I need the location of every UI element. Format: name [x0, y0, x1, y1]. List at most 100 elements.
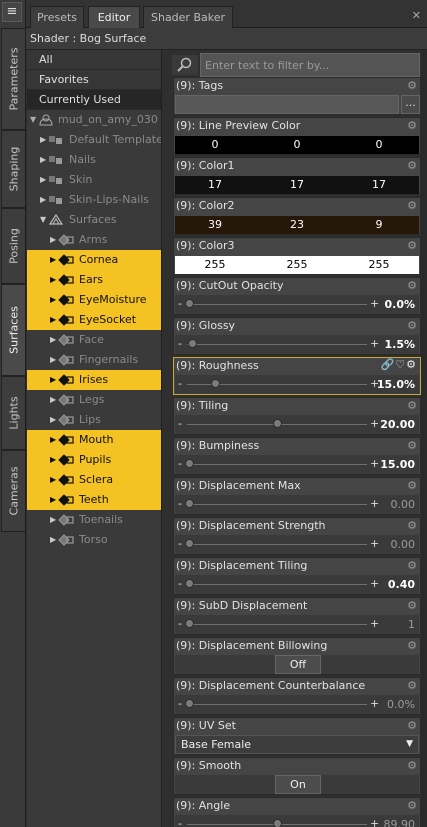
expand-arrow-icon[interactable]: ▶: [50, 290, 56, 310]
slider-track[interactable]: [187, 344, 367, 345]
expand-arrow-icon[interactable]: ▶: [50, 270, 56, 290]
tab-lights[interactable]: Lights: [1, 376, 25, 450]
increment-button[interactable]: +: [370, 817, 379, 827]
decrement-button[interactable]: -: [178, 497, 182, 510]
gear-icon[interactable]: ⚙: [407, 719, 417, 732]
slider-knob[interactable]: [273, 819, 282, 827]
tab-shaping[interactable]: Shaping: [1, 130, 25, 208]
tab-editor[interactable]: Editor: [88, 6, 140, 29]
gear-icon[interactable]: ⚙: [407, 399, 417, 412]
close-icon[interactable]: ✕: [412, 9, 421, 22]
increment-button[interactable]: +: [370, 617, 379, 630]
slider-knob[interactable]: [185, 499, 194, 508]
slider[interactable]: - +89.90: [175, 815, 419, 827]
gear-icon[interactable]: ⚙: [407, 479, 417, 492]
tab-presets[interactable]: Presets: [30, 6, 84, 28]
slider-knob[interactable]: [185, 579, 194, 588]
slider[interactable]: - +20.00: [175, 415, 419, 434]
gear-icon[interactable]: ⚙: [407, 199, 417, 212]
slider[interactable]: - +1.5%: [175, 335, 419, 354]
slider[interactable]: - +15.00: [175, 455, 419, 474]
color-swatch[interactable]: 255 255 255: [175, 256, 419, 274]
decrement-button[interactable]: -: [178, 417, 182, 430]
surface-item[interactable]: ▶ Torso: [27, 530, 161, 550]
expand-arrow-icon[interactable]: ▶: [50, 330, 56, 350]
slider-track[interactable]: [187, 304, 367, 305]
increment-button[interactable]: +: [370, 697, 379, 710]
tags-browse-button[interactable]: ...: [401, 95, 420, 114]
surface-item[interactable]: ▶ Cornea: [27, 250, 161, 270]
expand-arrow-icon[interactable]: ▶: [50, 350, 56, 370]
gear-icon[interactable]: ⚙: [407, 159, 417, 172]
decrement-button[interactable]: -: [178, 537, 182, 550]
slider[interactable]: - +0.0%: [175, 695, 419, 714]
surface-item[interactable]: ▶ Mouth: [27, 430, 161, 450]
expand-arrow-icon[interactable]: ▶: [50, 410, 56, 430]
uv-set-select[interactable]: Base Female ▼: [175, 735, 419, 754]
expand-arrow-icon[interactable]: ▶: [50, 310, 56, 330]
slider-track[interactable]: [187, 584, 367, 585]
filter-currently-used[interactable]: Currently Used: [27, 90, 161, 110]
filter-favorites[interactable]: Favorites: [27, 70, 161, 90]
gear-icon[interactable]: ⚙: [407, 439, 417, 452]
slider-value[interactable]: 1.5%: [384, 338, 415, 351]
gear-icon[interactable]: ⚙: [407, 239, 417, 252]
increment-button[interactable]: +: [370, 577, 379, 590]
surface-item[interactable]: ▶ Ears: [27, 270, 161, 290]
tree-group[interactable]: ▶ Nails: [27, 150, 161, 170]
surface-item[interactable]: ▶ Teeth: [27, 490, 161, 510]
increment-button[interactable]: +: [370, 297, 379, 310]
surface-item[interactable]: ▶ Lips: [27, 410, 161, 430]
gear-icon[interactable]: ⚙: [407, 559, 417, 572]
gear-icon[interactable]: ⚙: [407, 679, 417, 692]
color-swatch[interactable]: 0 0 0: [175, 136, 419, 154]
expand-arrow-icon[interactable]: ▶: [50, 430, 56, 450]
expand-arrow-icon[interactable]: ▶: [50, 250, 56, 270]
toggle-button[interactable]: On: [275, 775, 321, 794]
tab-parameters[interactable]: Parameters: [1, 28, 25, 130]
decrement-button[interactable]: -: [178, 617, 182, 630]
slider[interactable]: - +15.0%: [175, 375, 419, 394]
gear-icon[interactable]: ⚙: [407, 119, 417, 132]
slider-value[interactable]: 0.0%: [387, 698, 415, 711]
tab-surfaces[interactable]: Surfaces: [1, 284, 25, 376]
slider[interactable]: - +0.00: [175, 535, 419, 554]
slider-track[interactable]: [187, 704, 367, 705]
scrollbar[interactable]: [421, 50, 427, 827]
gear-icon[interactable]: ⚙: [407, 319, 417, 332]
gear-icon[interactable]: ⚙: [407, 79, 417, 92]
color-swatch[interactable]: 17 17 17: [175, 176, 419, 194]
slider[interactable]: - +0.40: [175, 575, 419, 594]
slider-value[interactable]: 15.0%: [377, 378, 415, 391]
surface-item[interactable]: ▶ Arms: [27, 230, 161, 250]
tab-posing[interactable]: Posing: [1, 208, 25, 284]
slider-knob[interactable]: [185, 459, 194, 468]
expand-arrow-icon[interactable]: ▶: [50, 370, 56, 390]
slider-track[interactable]: [187, 544, 367, 545]
slider-value[interactable]: 20.00: [380, 418, 415, 431]
increment-button[interactable]: +: [370, 537, 379, 550]
increment-button[interactable]: +: [370, 337, 379, 350]
slider-value[interactable]: 0.0%: [384, 298, 415, 311]
slider-value[interactable]: 0.00: [391, 538, 416, 551]
slider-track[interactable]: [187, 624, 367, 625]
surface-item[interactable]: ▶ Fingernails: [27, 350, 161, 370]
slider-knob[interactable]: [187, 339, 197, 348]
expand-arrow-icon[interactable]: ▶: [50, 530, 56, 550]
toggle-button[interactable]: Off: [275, 655, 321, 674]
slider-value[interactable]: 1: [408, 618, 415, 631]
surface-item[interactable]: ▶ Toenails: [27, 510, 161, 530]
expand-arrow-icon[interactable]: ▶: [50, 490, 56, 510]
panel-menu-icon[interactable]: ≡: [2, 2, 22, 22]
filter-input[interactable]: [200, 53, 420, 77]
surface-item[interactable]: ▶ Irises: [27, 370, 161, 390]
tree-root[interactable]: ▼ mud_on_amy_030: [27, 110, 161, 130]
slider-knob[interactable]: [185, 699, 194, 708]
decrement-button[interactable]: -: [178, 377, 182, 390]
surface-item[interactable]: ▶ Pupils: [27, 450, 161, 470]
slider-value[interactable]: 15.00: [380, 458, 415, 471]
gear-icon[interactable]: ⚙: [407, 519, 417, 532]
link-favorite-gear-icons[interactable]: 🔗♡⚙: [381, 358, 417, 371]
gear-icon[interactable]: ⚙: [407, 279, 417, 292]
gear-icon[interactable]: ⚙: [407, 639, 417, 652]
